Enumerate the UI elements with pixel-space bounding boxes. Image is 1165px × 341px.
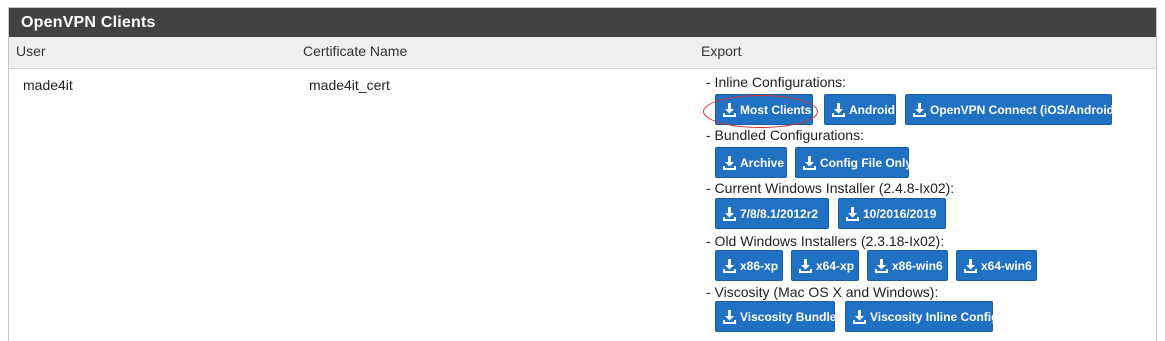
x86-win6-button[interactable]: x86-win6 (867, 250, 948, 281)
download-icon (723, 155, 736, 170)
certificate-cell: made4it_cert (309, 77, 390, 93)
x64-xp-button[interactable]: x64-xp (791, 250, 859, 281)
download-icon (913, 102, 926, 117)
download-icon (853, 309, 866, 324)
download-icon (723, 258, 736, 273)
column-header-certificate: Certificate Name (303, 43, 408, 59)
column-header-export: Export (701, 43, 742, 59)
download-icon (723, 206, 736, 221)
archive-button[interactable]: Archive (715, 147, 787, 178)
viscosity-bundle-button[interactable]: Viscosity Bundle (715, 301, 836, 332)
bundled-configurations-label: - Bundled Configurations: (706, 127, 864, 143)
android-button[interactable]: Android (824, 94, 896, 125)
download-icon (803, 155, 816, 170)
openvpn-connect-button[interactable]: OpenVPN Connect (iOS/Android) (905, 94, 1118, 125)
download-icon (875, 258, 888, 273)
download-icon (846, 206, 859, 221)
download-icon (964, 258, 977, 273)
current-windows-installer-label: - Current Windows Installer (2.4.8-Ix02)… (706, 180, 955, 196)
inline-configurations-label: - Inline Configurations: (706, 74, 847, 90)
download-icon (723, 309, 736, 324)
download-icon (832, 102, 845, 117)
old-windows-installers-label: - Old Windows Installers (2.3.18-Ix02): (706, 233, 945, 249)
viscosity-inline-config-button[interactable]: Viscosity Inline Config (845, 301, 998, 332)
windows-10-button[interactable]: 10/2016/2019 (838, 198, 946, 229)
most-clients-button[interactable]: Most Clients (715, 94, 813, 125)
x86-xp-button[interactable]: x86-xp (715, 250, 783, 281)
x64-win6-button[interactable]: x64-win6 (956, 250, 1037, 281)
user-cell: made4it (23, 77, 73, 93)
openvpn-clients-panel: OpenVPN Clients User Certificate Name Ex… (8, 7, 1157, 341)
table-header: User Certificate Name Export (9, 37, 1156, 69)
viscosity-label: - Viscosity (Mac OS X and Windows): (706, 284, 939, 300)
column-header-user: User (16, 43, 46, 59)
config-file-only-button[interactable]: Config File Only (795, 147, 912, 178)
download-icon (799, 258, 812, 273)
panel-title: OpenVPN Clients (9, 8, 1156, 37)
windows-7-8-button[interactable]: 7/8/8.1/2012r2 (715, 198, 829, 229)
download-icon (723, 102, 736, 117)
